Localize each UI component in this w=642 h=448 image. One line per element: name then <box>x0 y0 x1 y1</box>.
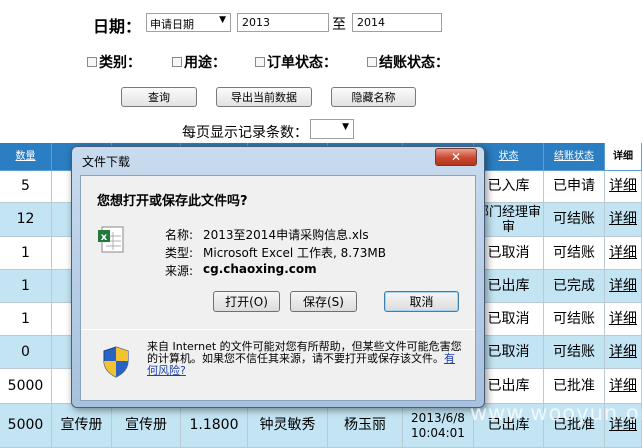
open-button[interactable]: 打开(O) <box>213 291 280 312</box>
detail-link-text[interactable]: 详细 <box>609 212 637 227</box>
cell-quantity: 5 <box>0 171 52 203</box>
cell-quantity: 1 <box>0 303 52 336</box>
detail-link-text[interactable]: 详细 <box>609 344 637 360</box>
watermark-text: www.wooyun.org <box>470 401 642 425</box>
detail-link[interactable]: 详细 <box>605 303 642 336</box>
cell-quantity: 5000 <box>0 369 52 404</box>
shield-icon <box>103 346 129 378</box>
records-per-page-select[interactable]: ▼ <box>310 119 354 139</box>
cell-settlement: 可结账 <box>544 336 605 369</box>
order-status-filter[interactable]: 订单状态： <box>255 52 337 72</box>
date-type-value: 申请日期 <box>150 18 194 31</box>
cell-settlement: 可结账 <box>544 237 605 270</box>
to-label: 至 <box>332 17 346 33</box>
cell-settlement: 已申请 <box>544 171 605 203</box>
export-button[interactable]: 导出当前数据 <box>216 87 312 107</box>
date-type-select[interactable]: 申请日期 ▼ <box>146 13 231 32</box>
cell: 1.1800 <box>181 404 248 448</box>
category-checkbox[interactable] <box>87 57 97 67</box>
cell-settlement: 已完成 <box>544 270 605 303</box>
dialog-question: 您想打开或保存此文件吗? <box>97 194 248 209</box>
cell-settlement: 可结账 <box>544 203 605 237</box>
close-icon: ✕ <box>450 150 462 164</box>
file-source-label: 来源: <box>165 264 194 278</box>
cell: 宣传册 <box>112 404 181 448</box>
category-filter[interactable]: 类别： <box>87 52 141 72</box>
date-label: 日期： <box>93 17 142 36</box>
usage-label: 用途： <box>184 55 226 71</box>
usage-checkbox[interactable] <box>172 57 182 67</box>
detail-link[interactable]: 详细 <box>605 270 642 303</box>
column-header-quantity[interactable]: 数量 <box>0 143 52 171</box>
warning-text: 来自 Internet 的文件可能对您有所帮助，但某些文件可能危害您的计算机。如… <box>147 341 465 377</box>
settlement-status-checkbox[interactable] <box>367 57 377 67</box>
detail-link-text[interactable]: 详细 <box>609 378 637 394</box>
detail-link[interactable]: 详细 <box>605 237 642 270</box>
detail-link-text[interactable]: 详细 <box>609 278 637 294</box>
warning-message: 来自 Internet 的文件可能对您有所帮助，但某些文件可能危害您的计算机。如… <box>147 340 462 365</box>
settlement-status-label: 结账状态： <box>379 55 449 71</box>
column-header-detail: 详细 <box>605 143 642 171</box>
close-button[interactable]: ✕ <box>435 148 477 166</box>
cell-quantity: 5000 <box>0 404 52 448</box>
file-name-value: 2013至2014申请采购信息.xls <box>203 228 369 242</box>
order-status-label: 订单状态： <box>267 55 337 71</box>
cell: 钟灵敏秀 <box>248 404 328 448</box>
usage-filter[interactable]: 用途： <box>172 52 226 72</box>
cell-quantity: 1 <box>0 270 52 303</box>
detail-link-text[interactable]: 详细 <box>609 179 637 194</box>
detail-link-text[interactable]: 详细 <box>609 245 637 261</box>
detail-link[interactable]: 详细 <box>605 171 642 203</box>
detail-link[interactable]: 详细 <box>605 336 642 369</box>
svg-text:x: x <box>101 232 108 243</box>
cell-quantity: 1 <box>0 237 52 270</box>
cell: 杨玉丽 <box>328 404 403 448</box>
dialog-title: 文件下载 <box>82 155 131 169</box>
hide-name-button[interactable]: 隐藏名称 <box>331 87 416 107</box>
dialog-body: 您想打开或保存此文件吗? x 名称: 2013至2014申请采购信息.xls 类… <box>80 175 476 401</box>
date-from-input[interactable]: 2013 <box>237 13 329 32</box>
file-type-value: Microsoft Excel 工作表, 8.73MB <box>203 246 386 260</box>
cell-settlement: 已批准 <box>544 369 605 404</box>
save-button[interactable]: 保存(S) <box>290 291 357 312</box>
detail-link[interactable]: 详细 <box>605 203 642 237</box>
excel-file-icon: x <box>98 226 124 253</box>
query-button[interactable]: 查询 <box>121 87 197 107</box>
chevron-down-icon: ▼ <box>219 15 226 25</box>
cell-date: 2013/6/8 10:04:01 <box>403 404 474 448</box>
file-download-dialog: 文件下载 ✕ 您想打开或保存此文件吗? x 名称: 2013至2014申请采购信… <box>71 146 485 408</box>
order-status-checkbox[interactable] <box>255 57 265 67</box>
detail-link[interactable]: 详细 <box>605 369 642 404</box>
file-name-label: 名称: <box>165 228 194 242</box>
cancel-button[interactable]: 取消 <box>384 291 459 312</box>
settlement-status-filter[interactable]: 结账状态： <box>367 52 449 72</box>
date-to-input[interactable]: 2014 <box>352 13 442 32</box>
records-per-page-label: 每页显示记录条数： <box>182 125 308 141</box>
dialog-divider <box>81 329 475 330</box>
cell-settlement: 可结账 <box>544 303 605 336</box>
file-source-value: cg.chaoxing.com <box>203 262 317 276</box>
file-type-label: 类型: <box>165 246 194 260</box>
cell: 宣传册 <box>52 404 112 448</box>
cell-quantity: 0 <box>0 336 52 369</box>
detail-link-text[interactable]: 详细 <box>609 311 637 327</box>
cell-quantity: 12 <box>0 203 52 237</box>
column-header-settlement[interactable]: 结账状态 <box>544 143 605 171</box>
category-label: 类别： <box>99 55 141 71</box>
chevron-down-icon: ▼ <box>342 122 349 132</box>
